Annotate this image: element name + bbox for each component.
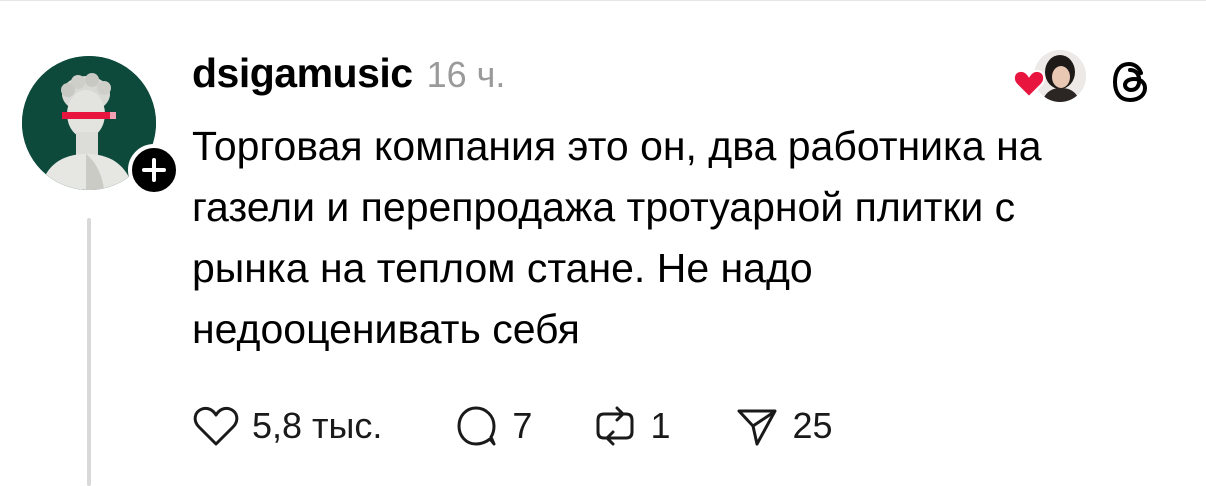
post-action-bar: 5,8 тыс. 7 1 25: [192, 396, 833, 456]
repost-button[interactable]: 1: [592, 403, 670, 449]
post-header: dsigamusic 16 ч.: [192, 50, 505, 106]
post-timestamp: 16 ч.: [426, 54, 506, 95]
reply-button[interactable]: 7: [454, 403, 532, 449]
like-count: 5,8 тыс.: [252, 405, 383, 446]
threads-logo-icon[interactable]: [1108, 58, 1156, 106]
heart-filled-icon: [1012, 69, 1046, 99]
repost-icon: [596, 406, 634, 446]
reply-count: 7: [512, 405, 533, 446]
plus-icon: [142, 158, 166, 182]
post-body-text: Торговая компания это он, два работника …: [192, 123, 1042, 352]
speech-bubble-icon: [457, 406, 496, 446]
like-button[interactable]: 5,8 тыс.: [192, 404, 382, 448]
paper-plane-icon: [737, 409, 777, 446]
share-button[interactable]: 25: [734, 403, 833, 449]
liked-by-author-indicator: [1012, 48, 1086, 106]
thread-connector-line: [87, 218, 91, 486]
share-count: 25: [792, 405, 833, 446]
repost-count: 1: [650, 405, 671, 446]
heart-outline-icon: [193, 406, 239, 446]
top-divider: [0, 0, 1206, 1]
username-link[interactable]: dsigamusic: [192, 50, 413, 97]
follow-button[interactable]: [128, 144, 180, 196]
author-avatar-group[interactable]: [22, 56, 180, 196]
